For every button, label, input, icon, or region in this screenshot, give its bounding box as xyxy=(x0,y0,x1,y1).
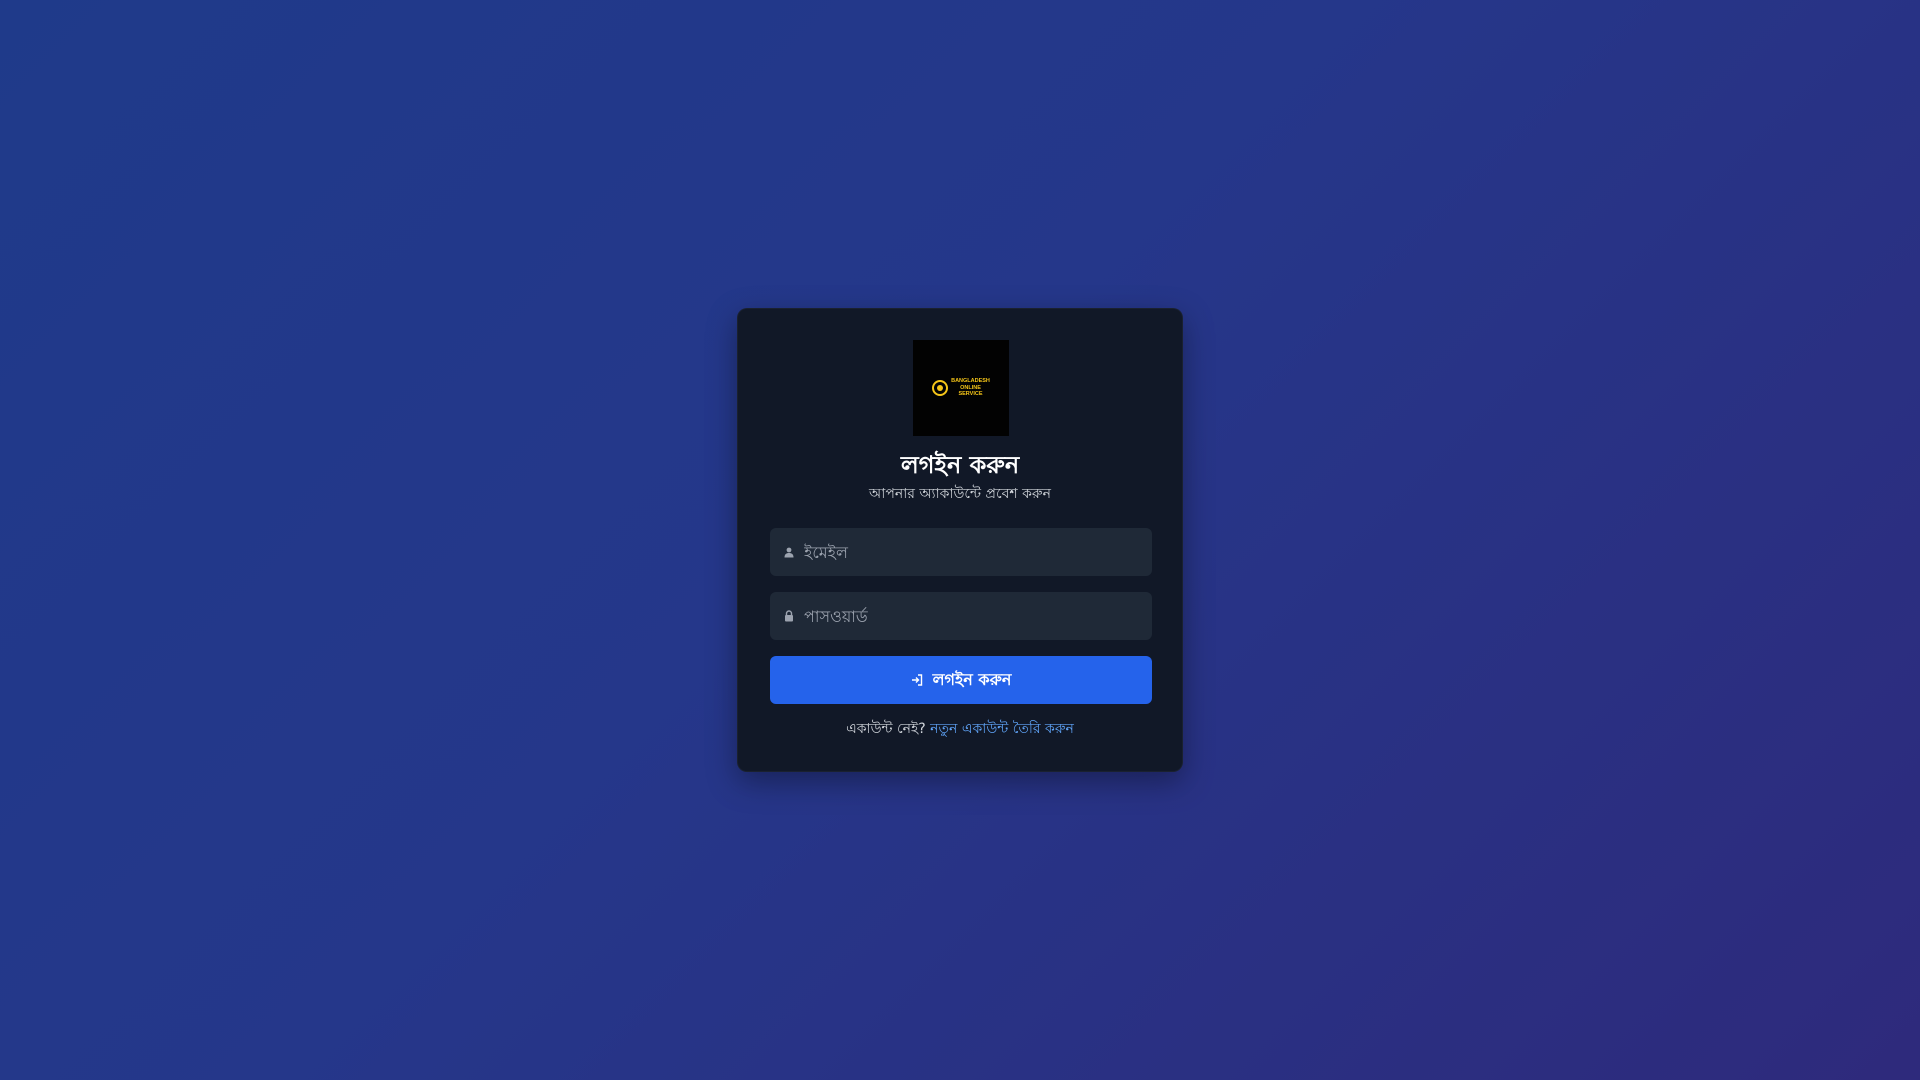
register-link[interactable]: নতুন একাউন্ট তৈরি করুন xyxy=(930,721,1074,737)
email-input[interactable] xyxy=(800,528,1152,576)
lock-icon xyxy=(782,610,796,622)
sign-in-icon xyxy=(911,674,923,686)
login-title: লগইন করুন xyxy=(900,451,1020,479)
password-field-wrapper xyxy=(770,592,1152,640)
no-account-text: একাউন্ট নেই? xyxy=(846,721,926,737)
login-button[interactable]: লগইন করুন xyxy=(770,656,1152,704)
email-field-wrapper xyxy=(770,528,1152,576)
logo-wordmark: BANGLADESH ONLINE SERVICE xyxy=(951,378,990,398)
logo-emblem-icon xyxy=(932,380,949,396)
password-input[interactable] xyxy=(800,592,1152,640)
login-subtitle: আপনার অ্যাকাউন্টে প্রবেশ করুন xyxy=(869,486,1051,502)
user-icon xyxy=(782,547,796,558)
login-card: BANGLADESH ONLINE SERVICE লগইন করুন আপনা… xyxy=(737,308,1183,772)
brand-logo: BANGLADESH ONLINE SERVICE xyxy=(913,340,1009,436)
login-button-label: লগইন করুন xyxy=(932,669,1012,689)
register-prompt: একাউন্ট নেই? নতুন একাউন্ট তৈরি করুন xyxy=(738,719,1182,739)
